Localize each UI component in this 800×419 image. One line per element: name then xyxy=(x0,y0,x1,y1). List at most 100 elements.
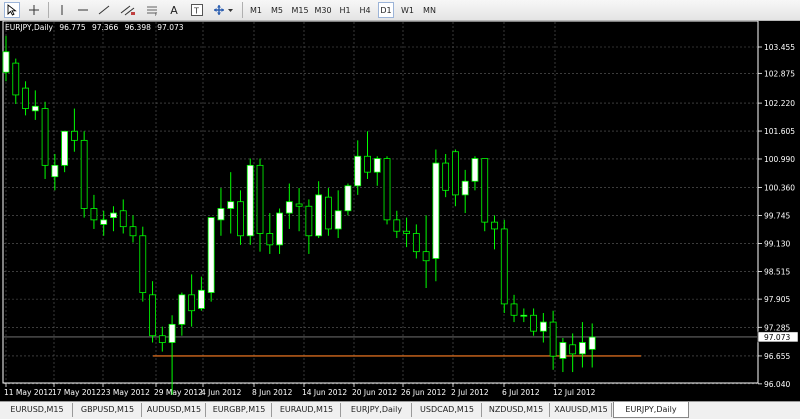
candle-bullish xyxy=(100,219,108,225)
timeframe-h1-button[interactable]: H1 xyxy=(337,2,353,18)
current-price-label: 97.073 xyxy=(764,333,790,342)
time-axis-label: 4 Jun 2012 xyxy=(201,388,242,397)
trendline-icon[interactable] xyxy=(96,2,112,18)
candle-bullish xyxy=(344,185,352,212)
timeframe-m5-button[interactable]: M5 xyxy=(268,2,286,18)
cursor-arrow-icon[interactable] xyxy=(4,2,20,18)
price-axis-label: 103.455 xyxy=(764,43,795,52)
chart-symbol-label: EURJPY,Daily xyxy=(5,23,53,32)
chart-tabs: EURUSD,M15 GBPUSD,M15 AUDUSD,M15 EURGBP,M15… xyxy=(0,401,800,419)
toolbar-separator xyxy=(242,2,243,18)
candle-bullish xyxy=(354,155,362,187)
candle-bearish xyxy=(403,230,410,234)
candle-bearish xyxy=(295,203,303,207)
candle-bearish xyxy=(530,314,537,332)
timeframe-m30-button[interactable]: M30 xyxy=(313,2,333,18)
candle-bearish xyxy=(256,164,264,234)
vertical-line-icon[interactable] xyxy=(54,2,70,18)
price-axis-label: 96.655 xyxy=(764,352,790,361)
candle-bearish xyxy=(41,108,49,166)
active-chart-tab[interactable]: EURJPY,Daily xyxy=(613,402,689,418)
timeframe-w1-button[interactable]: W1 xyxy=(399,2,416,18)
text-label-icon[interactable]: T xyxy=(188,2,206,18)
equidistant-channel-icon[interactable] xyxy=(116,2,140,18)
candle-bullish xyxy=(178,294,186,325)
toolbar-separator xyxy=(48,2,49,18)
chart-tab[interactable]: EURJPY,Daily xyxy=(342,403,412,417)
price-axis-label: 102.220 xyxy=(764,99,795,108)
price-axis-label: 96.040 xyxy=(764,380,790,389)
crosshair-icon[interactable] xyxy=(25,2,43,18)
time-axis-label: 6 Jul 2012 xyxy=(502,388,540,397)
chart-tab[interactable]: NZDUSD,M15 xyxy=(483,403,550,417)
candle-bearish xyxy=(364,155,371,173)
candle-bearish xyxy=(158,335,166,343)
candle-bearish xyxy=(325,196,332,230)
chart-tab[interactable]: XAUUSD,M15 xyxy=(551,403,612,417)
chart-tab[interactable]: GBPUSD,M15 xyxy=(74,403,142,417)
candle-bullish xyxy=(315,194,323,237)
time-axis-label: 29 May 2012 xyxy=(154,388,203,397)
price-axis-label: 100.360 xyxy=(764,184,795,193)
candle-bullish xyxy=(217,208,225,221)
candle-bullish xyxy=(285,201,293,214)
chart-area[interactable]: 103.455 102.875 102.220 101.605 100.990 100.3… xyxy=(0,21,800,401)
candle-bullish xyxy=(227,201,235,209)
candle-bearish xyxy=(500,228,508,305)
candle-bearish xyxy=(139,235,147,293)
candle-bearish xyxy=(305,205,313,237)
timeframe-mn-button[interactable]: MN xyxy=(421,2,438,18)
candle-bullish xyxy=(373,158,381,173)
chart-low-value: 96.398 xyxy=(124,23,151,32)
time-axis-label: 20 Jun 2012 xyxy=(352,388,397,397)
candle-bearish xyxy=(80,139,88,209)
timeframe-m15-button[interactable]: M15 xyxy=(290,2,310,18)
timeframe-h4-button[interactable]: H4 xyxy=(357,2,373,18)
candle-bearish xyxy=(129,226,137,237)
chart-tab[interactable]: EURUSD,M15 xyxy=(2,403,73,417)
candle-bearish xyxy=(442,162,450,191)
price-axis-label: 98.515 xyxy=(764,267,790,276)
candle-bearish xyxy=(237,201,244,237)
candle-bearish xyxy=(22,87,29,109)
candle-bullish xyxy=(207,217,215,293)
candle-bullish xyxy=(31,105,39,112)
candle-bullish xyxy=(61,130,69,166)
svg-text:F: F xyxy=(155,12,158,16)
chart-close-value: 97.073 xyxy=(157,23,184,32)
candle-bearish xyxy=(393,219,401,232)
time-axis-label: 11 May 2012 xyxy=(4,388,53,397)
candle-bearish xyxy=(266,233,274,246)
price-axis-label: 101.605 xyxy=(764,127,795,136)
price-axis-label: 99.745 xyxy=(764,212,790,221)
toolbar: F A T M1 M5 M15 M30 H1 H4 D1 W1 MN xyxy=(0,0,800,21)
candle-bearish xyxy=(90,208,98,221)
candle-bearish xyxy=(549,321,557,357)
fibonacci-retracement-icon[interactable]: F xyxy=(144,2,160,18)
arrows-shapes-icon[interactable] xyxy=(210,2,238,18)
candle-bearish xyxy=(452,151,459,196)
price-axis-label: 99.130 xyxy=(764,239,790,248)
candle-bearish xyxy=(481,158,489,223)
price-chart: 103.455 102.875 102.220 101.605 100.990 100.3… xyxy=(2,21,799,397)
chart-high-value: 97.366 xyxy=(91,23,119,32)
horizontal-line-icon[interactable] xyxy=(74,2,92,18)
label-tool-glyph: T xyxy=(193,7,199,16)
candle-bullish xyxy=(197,289,205,309)
text-label-icon[interactable]: A xyxy=(166,2,182,18)
chart-tab[interactable]: EURGBP,M15 xyxy=(207,403,272,417)
candle-bearish xyxy=(119,210,127,228)
candle-bullish xyxy=(520,314,528,317)
chart-tab[interactable]: EURAUD,M15 xyxy=(273,403,341,417)
candle-bearish xyxy=(188,294,196,312)
candle-bullish xyxy=(559,342,567,359)
chart-tab[interactable]: USDCAD,M15 xyxy=(413,403,482,417)
time-axis-label: 17 May 2012 xyxy=(52,388,101,397)
chart-open-value: 96.775 xyxy=(59,23,86,32)
price-axis-label: 102.875 xyxy=(764,69,795,78)
timeframe-d1-button[interactable]: D1 xyxy=(378,2,394,18)
timeframe-m1-button[interactable]: M1 xyxy=(248,2,264,18)
candle-bearish xyxy=(70,130,78,141)
candle-bullish xyxy=(471,158,479,182)
chart-tab[interactable]: AUDUSD,M15 xyxy=(143,403,206,417)
